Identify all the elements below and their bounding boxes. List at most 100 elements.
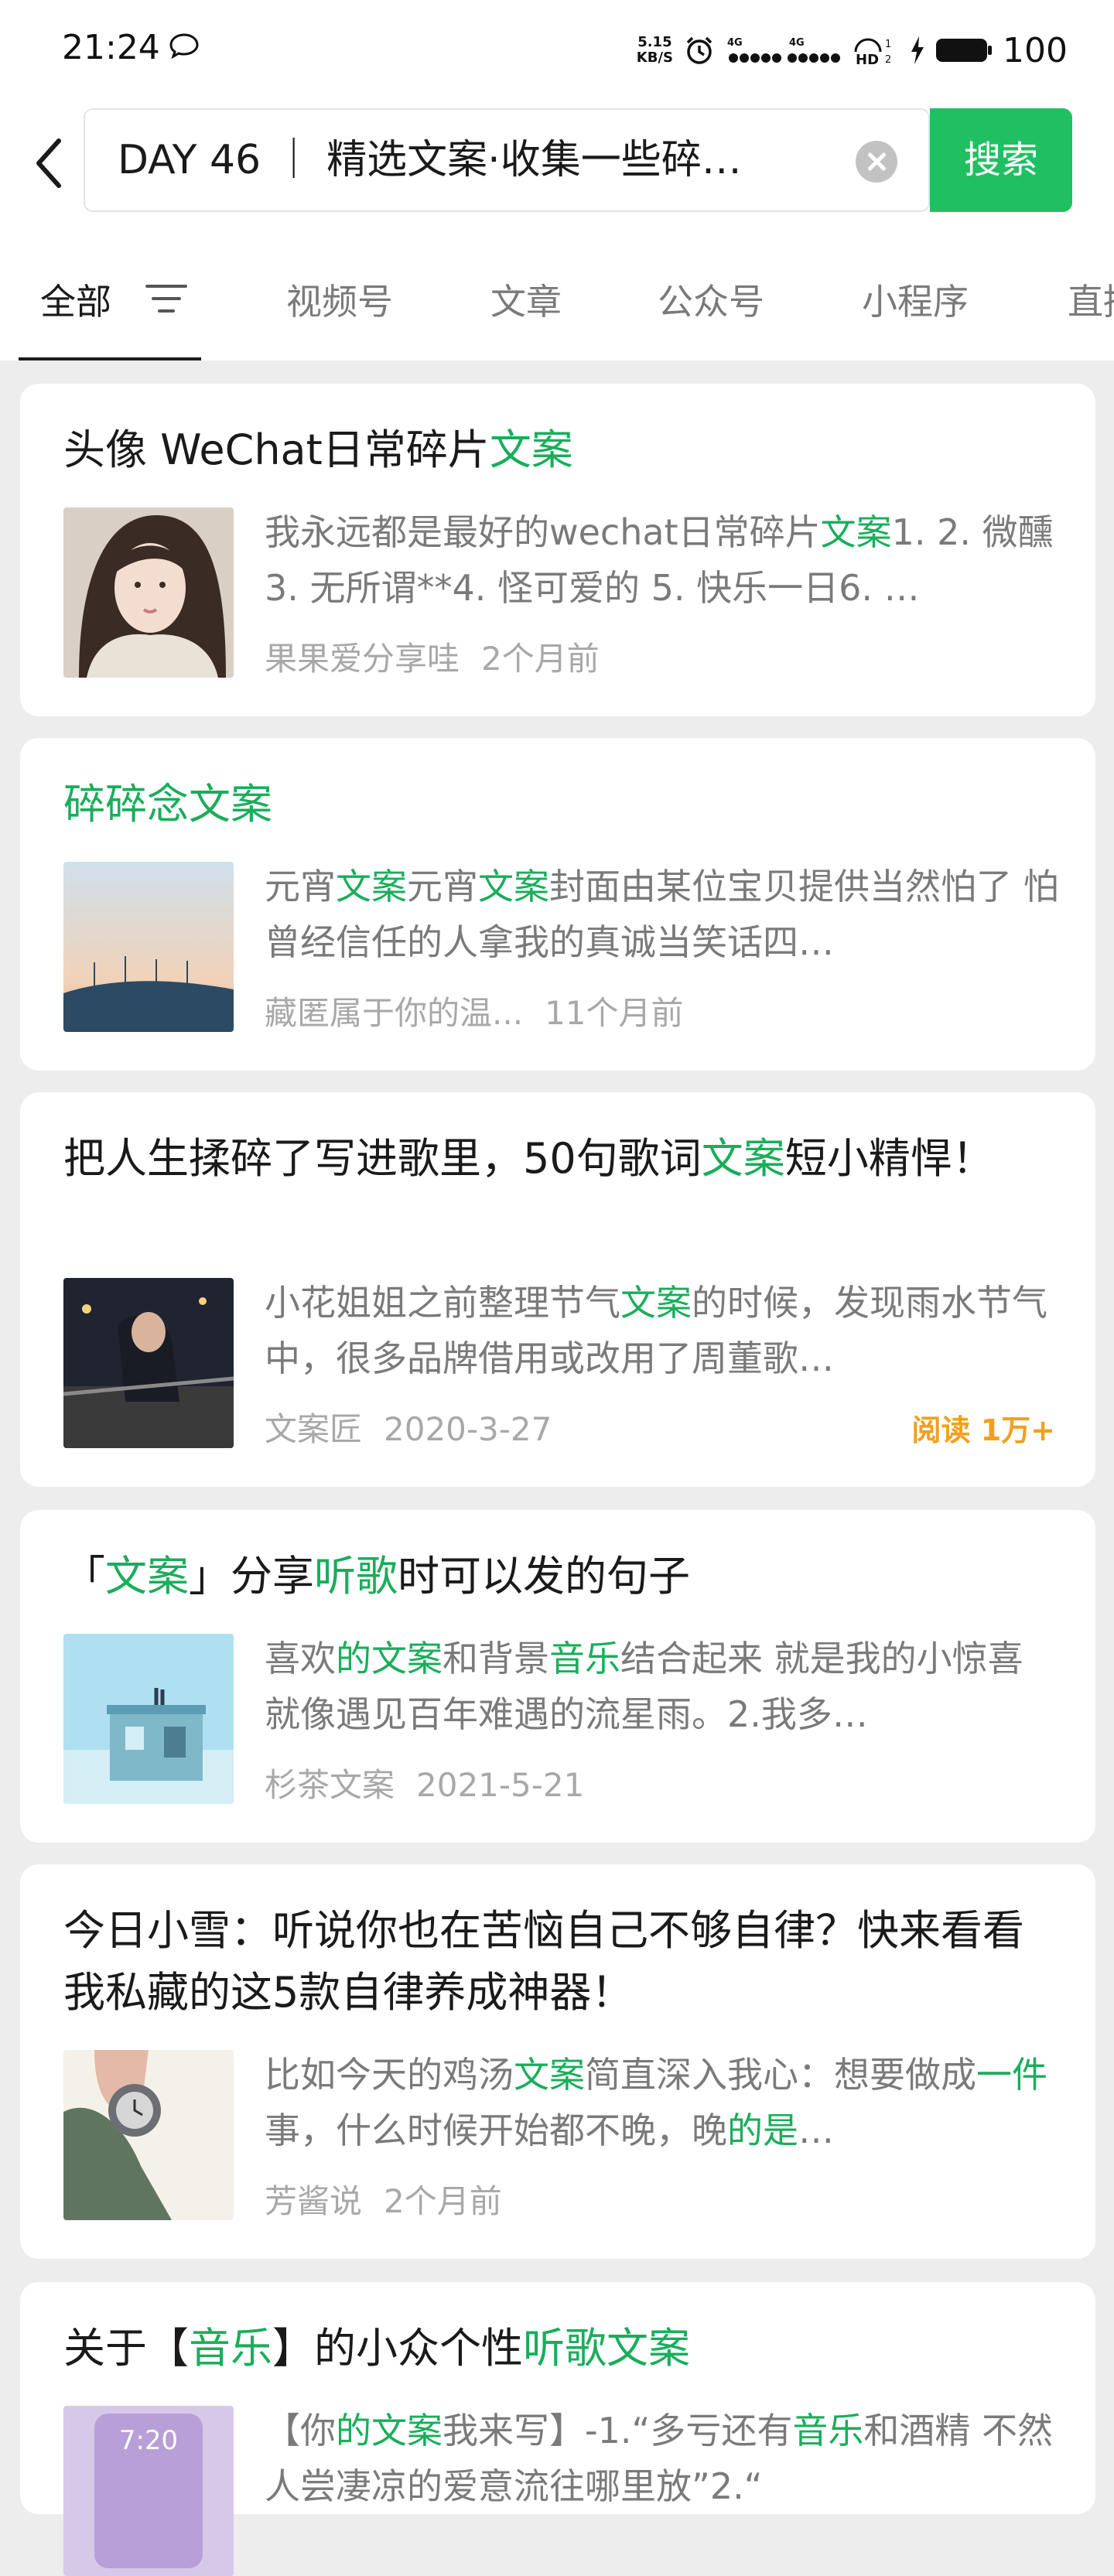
status-bar: 21:24 5.15 KB/S 4G 4G HD 1 2 100 <box>0 0 1114 97</box>
clear-icon[interactable] <box>856 141 897 183</box>
svg-text:HD: HD <box>856 52 879 66</box>
result-time: 2个月前 <box>384 2182 502 2220</box>
phone-clock-text: 7:20 <box>119 2425 178 2456</box>
text-segment: 元宵 <box>265 866 336 907</box>
keyword-highlight: 听歌 <box>314 1552 398 1601</box>
result-card[interactable]: 把人生揉碎了写进歌里，50句歌词文案短小精悍！ 小花姐姐之前整理节气文案的时候，… <box>20 1092 1095 1487</box>
keyword-highlight: 文案 <box>105 1552 189 1601</box>
keyword-highlight: 的是 <box>727 2110 798 2151</box>
result-time: 2021-5-21 <box>416 1766 585 1804</box>
result-source: 藏匿属于你的温... <box>265 994 524 1032</box>
text-segment: … <box>798 2110 834 2151</box>
keyword-highlight: 文案 <box>820 511 892 553</box>
filter-tabs: 全部 视频号 文章 公众号 小程序 直播 <box>0 226 1114 360</box>
keyword-highlight: 文案 <box>620 1282 692 1324</box>
alarm-icon <box>686 36 712 64</box>
thumbnail-image <box>63 1278 234 1448</box>
text-segment: 元宵 <box>407 866 478 907</box>
keyword-highlight: 音乐 <box>189 2324 272 2373</box>
battery-level: 100 <box>1003 30 1068 70</box>
tab-official-accounts[interactable]: 公众号 <box>658 274 764 325</box>
keyword-highlight: 一件 <box>976 2054 1047 2096</box>
result-card[interactable]: 关于【音乐】的小众个性听歌文案 7:20 【你的文案我来写】-1.“多亏还有音乐… <box>20 2282 1095 2576</box>
result-snippet: 喜欢的文案和背景音乐结合起来 就是我的小惊喜 就像遇见百年难遇的流星雨。2.我多… <box>265 1631 1061 1742</box>
svg-text:4G: 4G <box>789 37 805 49</box>
tab-articles[interactable]: 文章 <box>490 274 562 325</box>
result-source: 芳酱说 <box>265 2182 363 2220</box>
svg-text:2: 2 <box>885 54 891 66</box>
text-segment: 喜欢 <box>265 1638 336 1679</box>
search-bar: DAY 46 ｜ 精选文案·收集一些碎… 搜索 <box>0 97 1114 226</box>
result-title: 碎碎念文案 <box>63 774 1061 835</box>
keyword-highlight: 文案 <box>489 425 573 474</box>
result-title: 今日小雪：听说你也在苦恼自己不够自律？快来看看我私藏的这5款自律养成神器！ <box>63 1900 1061 2024</box>
signal-4g-icon: 4G 4G <box>727 37 841 63</box>
result-meta: 芳酱说 2个月前 <box>265 2175 502 2222</box>
status-time: 21:24 <box>62 28 160 67</box>
result-time: 2个月前 <box>481 640 600 678</box>
tab-channels[interactable]: 视频号 <box>286 274 393 325</box>
result-title: 把人生揉碎了写进歌里，50句歌词文案短小精悍！ <box>63 1128 1061 1190</box>
text-segment: 今日小雪：听说你也在苦恼自己不够自律？快来看看我私藏的这5款自律养成神器！ <box>63 1906 1024 2017</box>
result-snippet: 小花姐姐之前整理节气文案的时候，发现雨水节气中，很多品牌借用或改用了周董歌… <box>265 1275 1061 1386</box>
thumbnail-image <box>63 507 234 678</box>
result-snippet: 元宵文案元宵文案封面由某位宝贝提供当然怕了 怕曾经信任的人拿我的真诚当笑话四… <box>265 859 1061 970</box>
network-speed: 5.15 KB/S <box>636 34 674 66</box>
battery-icon <box>936 39 993 62</box>
result-meta: 文案匠 2020-3-27 <box>265 1403 552 1450</box>
active-tab-indicator <box>19 357 201 360</box>
text-segment: 」分享 <box>189 1552 314 1601</box>
text-segment: 事，什么时候开始都不晚，晚 <box>265 2110 727 2151</box>
result-snippet: 【你的文案我来写】-1.“多亏还有音乐和酒精 不然人尝凄凉的爱意流往哪里放”2.… <box>265 2403 1061 2514</box>
keyword-highlight: 文案 <box>478 866 549 907</box>
charging-icon <box>911 36 924 64</box>
search-input[interactable]: DAY 46 ｜ 精选文案·收集一些碎… <box>118 110 814 210</box>
keyword-highlight: 音乐 <box>792 2410 864 2451</box>
keyword-highlight: 碎碎念文案 <box>63 780 272 828</box>
text-segment: 头像 WeChat日常碎片 <box>63 425 490 474</box>
search-box[interactable]: DAY 46 ｜ 精选文案·收集一些碎… <box>84 108 930 212</box>
text-segment: 简直深入我心：想要做成 <box>585 2054 976 2096</box>
thumbnail-image: 7:20 <box>63 2406 234 2576</box>
result-card[interactable]: 碎碎念文案 元宵文案元宵文案封面由某位宝贝提供当然怕了 怕曾经信任的人拿我的真诚… <box>20 738 1095 1071</box>
read-count: 阅读 1万+ <box>911 1413 1055 1447</box>
keyword-highlight: 听歌文案 <box>523 2324 690 2373</box>
result-card[interactable]: 「文案」分享听歌时可以发的句子 喜欢的文案和背景音乐结合起来 就是我的小惊喜 就… <box>20 1510 1095 1843</box>
result-title: 头像 WeChat日常碎片文案 <box>63 419 1061 481</box>
svg-text:1: 1 <box>885 39 891 50</box>
text-segment: 关于【 <box>63 2324 189 2373</box>
text-segment: 比如今天的鸡汤 <box>265 2054 514 2096</box>
result-meta: 藏匿属于你的温... 11个月前 <box>265 987 684 1034</box>
text-segment: 小花姐姐之前整理节气 <box>265 1282 620 1324</box>
text-segment: 「 <box>63 1552 105 1601</box>
result-source: 杉茶文案 <box>265 1766 395 1804</box>
status-icons: 5.15 KB/S 4G 4G HD 1 2 100 <box>637 23 1068 77</box>
text-segment: 和背景 <box>443 1638 549 1679</box>
keyword-highlight: 的文案 <box>336 1638 443 1679</box>
text-segment: 短小精悍！ <box>784 1134 994 1183</box>
hd-icon: HD 1 2 <box>854 38 891 66</box>
result-meta: 果果爱分享哇 2个月前 <box>265 633 600 680</box>
result-meta: 杉茶文案 2021-5-21 <box>265 1759 584 1806</box>
tab-live[interactable]: 直播 <box>1068 274 1114 325</box>
thumbnail-image <box>63 2050 234 2220</box>
tab-all[interactable]: 全部 <box>40 274 111 325</box>
text-segment: 】的小众个性 <box>272 2324 523 2373</box>
text-segment: 时可以发的句子 <box>398 1552 690 1601</box>
result-source: 文案匠 <box>265 1410 363 1448</box>
result-card[interactable]: 头像 WeChat日常碎片文案 我永远都是最好的wechat日常碎片文案1. 2… <box>20 384 1095 716</box>
result-source: 果果爱分享哇 <box>265 640 460 678</box>
result-title: 关于【音乐】的小众个性听歌文案 <box>63 2318 1061 2380</box>
keyword-highlight: 文案 <box>701 1134 785 1183</box>
text-segment: 【你 <box>265 2410 336 2451</box>
filter-icon[interactable] <box>144 282 189 316</box>
back-arrow-icon[interactable] <box>31 135 70 192</box>
message-bubble-icon <box>169 33 199 59</box>
search-button[interactable]: 搜索 <box>930 108 1072 212</box>
result-snippet: 比如今天的鸡汤文案简直深入我心：想要做成一件事，什么时候开始都不晚，晚的是… <box>265 2047 1061 2158</box>
tab-mini-programs[interactable]: 小程序 <box>862 274 969 325</box>
text-segment: 我来写】-1.“多亏还有 <box>443 2410 793 2451</box>
keyword-highlight: 的文案 <box>336 2410 443 2451</box>
result-card[interactable]: 今日小雪：听说你也在苦恼自己不够自律？快来看看我私藏的这5款自律养成神器！ 比如… <box>20 1864 1095 2259</box>
svg-text:4G: 4G <box>727 37 743 49</box>
